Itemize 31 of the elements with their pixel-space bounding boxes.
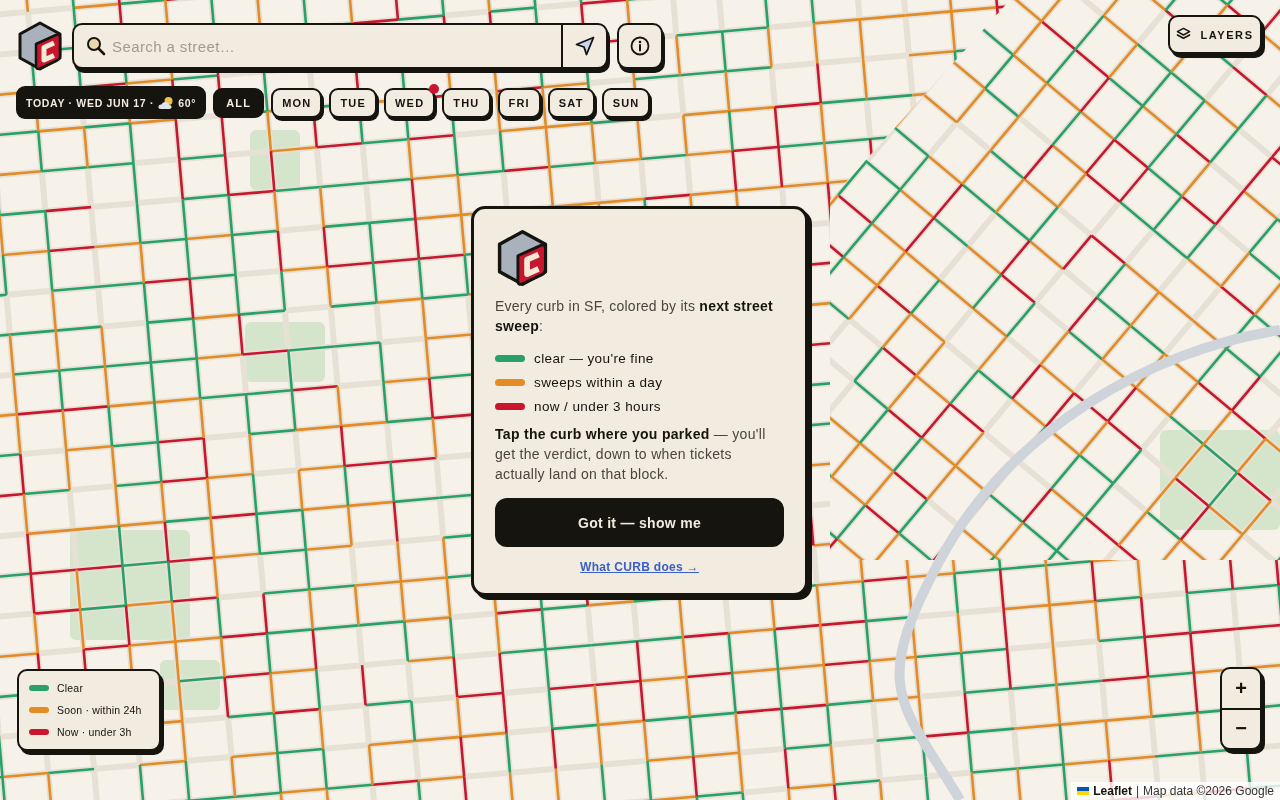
intro-text: Every curb in SF, colored by its next street sweep: [495, 297, 774, 336]
day-filter-chip[interactable]: TUE [329, 87, 377, 118]
layers-icon [1176, 27, 1192, 42]
legend-label: now / under 3 hours [534, 398, 661, 414]
legend-label: sweeps within a day [534, 374, 663, 390]
legend-label: Soon · within 24h [57, 704, 142, 716]
temperature-label: 60° [178, 96, 197, 109]
what-curb-does-link[interactable]: What CURB does → [580, 560, 699, 574]
flag-icon [1077, 787, 1090, 795]
zoom-in-button[interactable]: + [1222, 669, 1260, 708]
day-filter-chip[interactable]: ALL [213, 87, 265, 118]
day-filter-chip[interactable]: MON [271, 87, 323, 118]
app-logo-icon [16, 21, 64, 71]
app-logo-icon [495, 228, 550, 288]
navigation-arrow-icon [574, 36, 595, 56]
day-filter-chip[interactable]: THU [442, 87, 491, 118]
leaflet-link[interactable]: Leaflet [1093, 784, 1132, 798]
date-label: TODAY · WED JUN 17 · [26, 96, 155, 109]
got-it-button[interactable]: Got it — show me [495, 498, 784, 547]
legend-label: Clear [57, 682, 84, 694]
search-field[interactable]: Search a street… [112, 25, 561, 67]
attribution-separator: | [1135, 784, 1140, 798]
cloud-sun-icon [158, 95, 175, 110]
legend-label: Now · under 3h [57, 726, 132, 738]
legend-label: clear — you're fine [534, 350, 654, 366]
info-icon [630, 36, 650, 56]
day-filter-chip[interactable]: WED [384, 87, 436, 118]
zoom-out-button[interactable]: − [1222, 707, 1260, 748]
attribution-text: Map data ©2026 Google [1143, 784, 1274, 798]
instruction-text: Tap the curb where you parked — you'll get the verdict, down to when tickets actually land on that block. [495, 425, 767, 484]
search-icon [86, 36, 106, 56]
